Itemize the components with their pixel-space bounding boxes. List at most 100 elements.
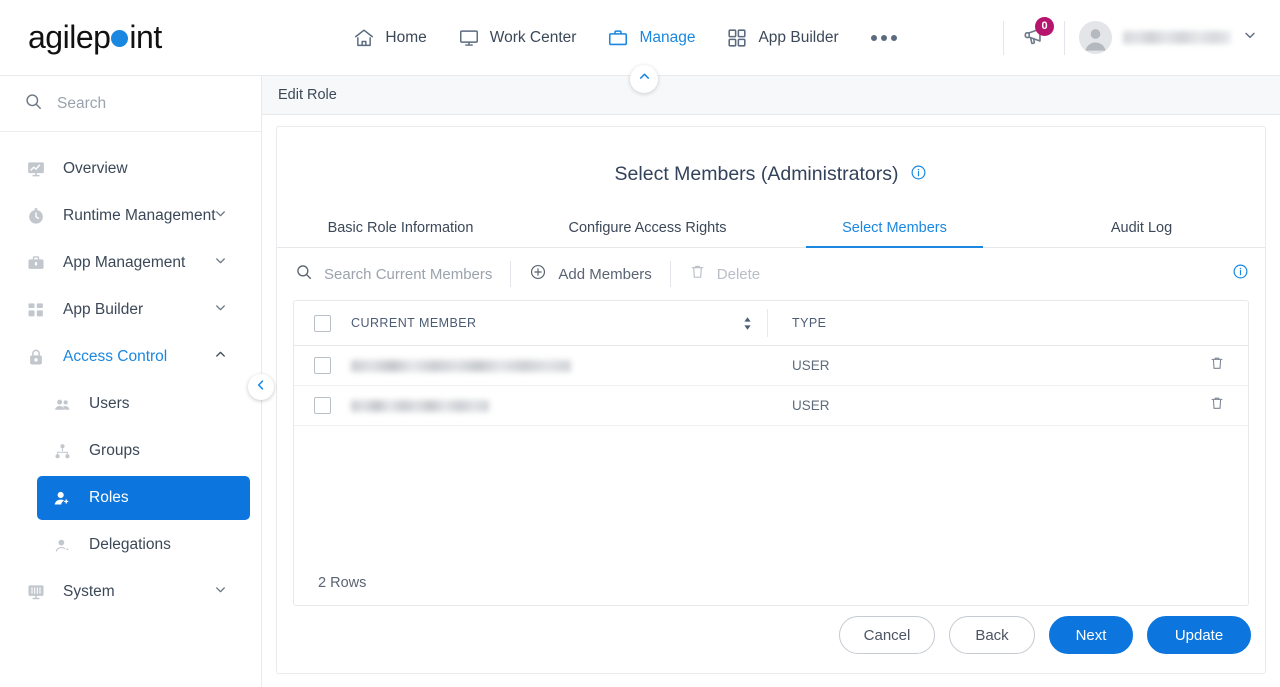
table-header-row: CURRENT MEMBER TYPE bbox=[294, 301, 1248, 346]
sidebar-search[interactable]: Search bbox=[0, 76, 261, 132]
cancel-button[interactable]: Cancel bbox=[839, 616, 935, 654]
main-navigation: Home Work Center Manage App Builder bbox=[262, 18, 989, 58]
row-delete-icon[interactable] bbox=[1209, 395, 1225, 416]
sidebar-label-runtime-management: Runtime Management bbox=[63, 207, 216, 224]
delete-members-button[interactable]: Delete bbox=[675, 263, 774, 285]
sidebar-submenu-access-control: Users Groups Roles Delegations bbox=[0, 382, 261, 567]
plus-circle-icon bbox=[529, 263, 547, 286]
form-actions: Cancel Back Next Update bbox=[839, 616, 1251, 654]
row-count: 2 Rows bbox=[318, 575, 367, 591]
sidebar-label-app-builder: App Builder bbox=[63, 301, 144, 318]
monitor-icon bbox=[457, 26, 481, 50]
delete-members-label: Delete bbox=[716, 265, 761, 283]
app-root: agilep int Home Work Center Manage App B… bbox=[0, 0, 1280, 687]
chevron-down-icon bbox=[213, 582, 228, 602]
sidebar-label-system: System bbox=[63, 583, 115, 600]
back-button[interactable]: Back bbox=[949, 616, 1035, 654]
sidebar-item-delegations[interactable]: Delegations bbox=[37, 523, 250, 567]
toolbar-info-icon[interactable] bbox=[1232, 263, 1249, 285]
notifications-button[interactable]: 0 bbox=[1018, 16, 1054, 54]
chevron-down-icon bbox=[213, 300, 228, 320]
members-toolbar: Search Current Members Add Members Delet… bbox=[277, 248, 1265, 300]
row-checkbox[interactable] bbox=[314, 357, 331, 374]
column-header-type[interactable]: TYPE bbox=[768, 316, 1186, 330]
nav-item-app-builder[interactable]: App Builder bbox=[713, 18, 850, 58]
search-icon bbox=[295, 263, 313, 286]
sidebar-collapse-button[interactable] bbox=[248, 374, 274, 400]
logo-part-1: agilep bbox=[28, 19, 111, 55]
column-label-current-member: CURRENT MEMBER bbox=[351, 316, 477, 330]
more-options-icon[interactable] bbox=[857, 25, 911, 51]
group-icon bbox=[49, 442, 75, 461]
nav-label-home: Home bbox=[385, 28, 427, 46]
tab-configure-access-rights[interactable]: Configure Access Rights bbox=[524, 212, 771, 247]
cell-type: USER bbox=[768, 358, 1186, 373]
system-icon bbox=[23, 582, 49, 602]
sidebar-item-app-builder[interactable]: App Builder bbox=[11, 288, 250, 332]
nav-label-app-builder: App Builder bbox=[758, 28, 839, 46]
sidebar: Search Overview Runtime Management App M… bbox=[0, 76, 274, 687]
trash-icon bbox=[689, 263, 706, 285]
header-divider-2 bbox=[1064, 20, 1065, 55]
sidebar-item-app-management[interactable]: App Management bbox=[11, 241, 250, 285]
sidebar-item-system[interactable]: System bbox=[11, 570, 250, 614]
overview-icon bbox=[23, 159, 49, 179]
chevron-down-icon bbox=[213, 206, 228, 226]
brand-logo[interactable]: agilep int bbox=[0, 19, 262, 56]
chevron-down-icon bbox=[1242, 27, 1258, 48]
nav-item-home[interactable]: Home bbox=[340, 18, 438, 58]
row-select-cell bbox=[294, 357, 351, 374]
column-label-type: TYPE bbox=[792, 316, 827, 330]
table-row[interactable]: USER bbox=[294, 386, 1248, 426]
cell-actions bbox=[1186, 395, 1248, 416]
row-delete-icon[interactable] bbox=[1209, 355, 1225, 376]
search-members-input[interactable]: Search Current Members bbox=[281, 263, 506, 286]
sidebar-label-roles: Roles bbox=[89, 489, 129, 506]
update-button[interactable]: Update bbox=[1147, 616, 1251, 654]
toolbar-divider-1 bbox=[510, 261, 512, 287]
table-row[interactable]: USER bbox=[294, 346, 1248, 386]
sidebar-label-delegations: Delegations bbox=[89, 536, 171, 553]
sort-arrows-icon[interactable] bbox=[742, 316, 753, 331]
user-menu[interactable] bbox=[1079, 21, 1258, 54]
breadcrumb: Edit Role bbox=[278, 87, 337, 103]
sidebar-item-users[interactable]: Users bbox=[37, 382, 250, 426]
row-select-cell bbox=[294, 397, 351, 414]
next-button[interactable]: Next bbox=[1049, 616, 1133, 654]
nav-label-work-center: Work Center bbox=[489, 28, 577, 46]
sidebar-item-overview[interactable]: Overview bbox=[11, 147, 250, 191]
tab-basic-role-information[interactable]: Basic Role Information bbox=[277, 212, 524, 247]
header-right-group: 0 bbox=[989, 16, 1280, 55]
delegation-icon bbox=[49, 536, 75, 555]
sidebar-item-groups[interactable]: Groups bbox=[37, 429, 250, 473]
sidebar-label-access-control: Access Control bbox=[63, 348, 168, 365]
main-content: Edit Role Select Members (Administrators… bbox=[262, 65, 1280, 687]
panel-title-row: Select Members (Administrators) bbox=[277, 127, 1265, 186]
nav-item-work-center[interactable]: Work Center bbox=[445, 18, 589, 58]
chevron-up-icon bbox=[637, 69, 652, 89]
sidebar-item-runtime-management[interactable]: Runtime Management bbox=[11, 194, 250, 238]
info-icon[interactable] bbox=[910, 164, 927, 186]
add-members-button[interactable]: Add Members bbox=[515, 263, 665, 286]
row-checkbox[interactable] bbox=[314, 397, 331, 414]
tab-bar: Basic Role Information Configure Access … bbox=[277, 212, 1265, 248]
chevron-left-icon bbox=[254, 378, 268, 397]
search-members-placeholder: Search Current Members bbox=[324, 265, 493, 283]
column-header-current-member[interactable]: CURRENT MEMBER bbox=[351, 316, 767, 331]
member-name-redacted bbox=[351, 359, 571, 372]
header-collapse-button[interactable] bbox=[630, 65, 658, 93]
select-all-checkbox[interactable] bbox=[314, 314, 331, 332]
sidebar-item-roles[interactable]: Roles bbox=[37, 476, 250, 520]
sidebar-label-users: Users bbox=[89, 395, 130, 412]
tab-audit-log[interactable]: Audit Log bbox=[1018, 212, 1265, 247]
tab-select-members[interactable]: Select Members bbox=[771, 212, 1018, 248]
table-footer: 2 Rows bbox=[294, 561, 1248, 605]
member-name-redacted bbox=[351, 399, 489, 412]
header-divider-1 bbox=[1003, 20, 1004, 55]
sidebar-item-access-control[interactable]: Access Control bbox=[11, 335, 250, 379]
chevron-down-icon bbox=[213, 253, 228, 273]
briefcase-icon bbox=[23, 253, 49, 273]
cell-current-member bbox=[351, 399, 767, 412]
nav-item-manage[interactable]: Manage bbox=[594, 18, 707, 58]
member-type: USER bbox=[792, 358, 830, 373]
